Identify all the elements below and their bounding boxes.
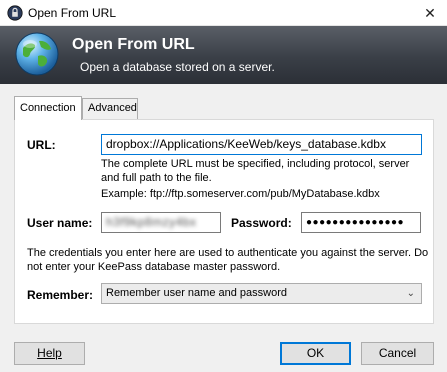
url-help-line2: and full path to the file. xyxy=(101,172,212,184)
remember-label: Remember: xyxy=(27,288,94,302)
password-input[interactable]: ●●●●●●●●●●●●●●● xyxy=(301,212,421,233)
tab-connection[interactable]: Connection xyxy=(14,96,82,120)
password-label: Password: xyxy=(231,216,292,230)
username-input[interactable]: h3f9kp8mzy4bx xyxy=(101,212,221,233)
ok-button[interactable]: OK xyxy=(280,342,351,365)
close-button[interactable]: ✕ xyxy=(413,0,447,26)
username-label: User name: xyxy=(27,216,93,230)
cancel-button[interactable]: Cancel xyxy=(361,342,434,365)
credentials-note-line2: not enter your KeePass database master p… xyxy=(27,261,281,273)
help-button[interactable]: Help xyxy=(14,342,85,365)
url-example: Example: ftp://ftp.someserver.com/pub/My… xyxy=(101,188,380,200)
url-input[interactable]: dropbox://Applications/KeeWeb/keys_datab… xyxy=(101,134,422,155)
window-title: Open From URL xyxy=(28,6,117,20)
chevron-down-icon: ⌄ xyxy=(406,288,415,299)
keepass-lock-icon xyxy=(7,5,23,21)
globe-icon xyxy=(15,32,59,76)
tab-advanced[interactable]: Advanced xyxy=(82,98,138,119)
username-value: h3f9kp8mzy4bx xyxy=(106,215,197,229)
banner-subtitle: Open a database stored on a server. xyxy=(80,60,275,74)
help-button-label: Help xyxy=(37,346,62,360)
credentials-note-line1: The credentials you enter here are used … xyxy=(27,247,429,259)
banner-title: Open From URL xyxy=(72,36,195,53)
remember-select-value: Remember user name and password xyxy=(106,287,287,299)
close-icon: ✕ xyxy=(424,5,436,21)
header-banner: Open From URL Open a database stored on … xyxy=(0,26,447,84)
title-bar: Open From URL ✕ xyxy=(0,0,447,26)
url-help-line1: The complete URL must be specified, incl… xyxy=(101,158,410,170)
remember-select[interactable]: Remember user name and password ⌄ xyxy=(101,283,422,304)
connection-panel: URL: dropbox://Applications/KeeWeb/keys_… xyxy=(14,119,434,324)
url-label: URL: xyxy=(27,138,56,152)
